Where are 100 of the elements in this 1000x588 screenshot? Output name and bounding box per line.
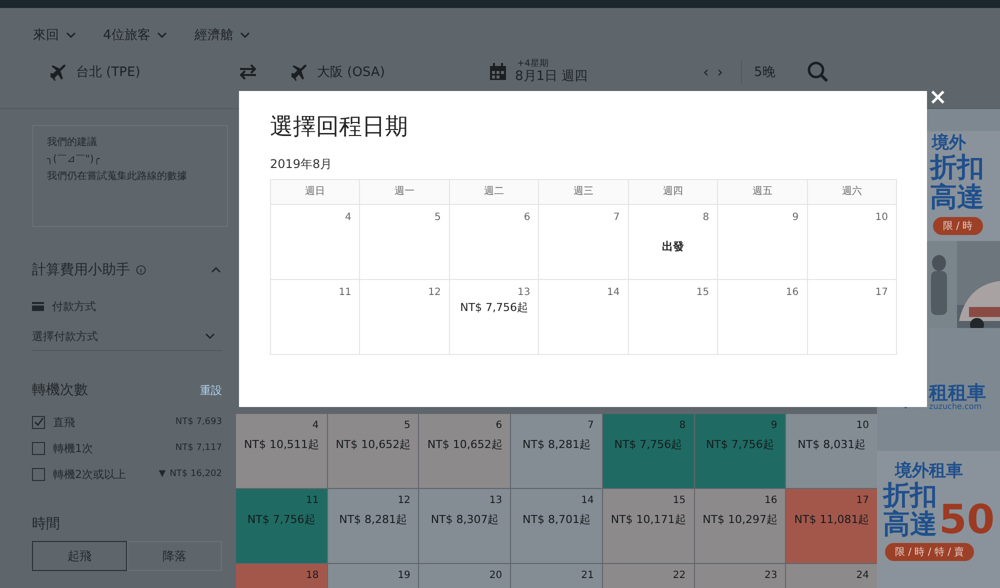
day-number: 16 xyxy=(764,495,778,506)
calendar-day[interactable]: 16 NT$ 10,297起 xyxy=(694,489,786,563)
price-text: NT$ 10,652起 xyxy=(427,437,502,452)
close-button[interactable]: × xyxy=(928,85,947,110)
calendar-day[interactable]: 5 xyxy=(360,205,450,280)
suggestion-title: 我們的建議 xyxy=(47,136,98,150)
day-number: 19 xyxy=(396,570,410,581)
swap-icon[interactable] xyxy=(238,63,258,81)
day-number: 9 xyxy=(770,420,778,431)
price-text: NT$ 8,281起 xyxy=(338,512,408,527)
option-label: 轉機1次 xyxy=(53,440,93,456)
price-text: NT$ 11,081起 xyxy=(794,512,869,527)
calendar-day[interactable]: 23 xyxy=(694,564,786,588)
calendar-day[interactable]: 15 NT$ 10,171起 xyxy=(602,489,694,563)
price-text: NT$ 10,171起 xyxy=(610,512,686,527)
calendar-day[interactable]: 17 NT$ 11,081起 xyxy=(786,489,877,563)
day-number: 22 xyxy=(672,570,686,581)
calendar-day[interactable]: 6 xyxy=(450,205,540,280)
calendar-day[interactable]: 17 xyxy=(808,280,897,355)
day-number: 12 xyxy=(427,287,441,298)
day-number: 21 xyxy=(580,570,594,581)
ad-heading: 境外 xyxy=(930,132,967,154)
calendar-day[interactable]: 9 NT$ 7,756起 xyxy=(694,414,786,488)
ad-text: 折扣 xyxy=(883,482,937,511)
calendar-day[interactable]: 11 xyxy=(271,280,360,355)
calendar-day[interactable]: 20 xyxy=(419,564,510,588)
weekday-header: 週三 xyxy=(539,180,629,205)
calendar-day[interactable]: 5 NT$ 10,652起 xyxy=(328,414,418,488)
calendar-day[interactable]: 24 xyxy=(786,564,877,588)
price-text: NT$ 7,117 xyxy=(175,443,222,453)
section-title: 時間 xyxy=(32,515,61,533)
departure-label: 出發 xyxy=(660,239,685,254)
day-number: 20 xyxy=(488,570,502,581)
date-field[interactable]: +4星期 8月1日 週四 xyxy=(489,59,699,85)
filter-dropdown[interactable]: 4位旅客 xyxy=(103,26,168,44)
info-icon xyxy=(136,265,146,275)
calendar-day[interactable]: 12 xyxy=(360,280,450,355)
plane-icon xyxy=(289,62,309,82)
trend-icon: ▼ xyxy=(158,469,166,479)
day-number: 4 xyxy=(344,212,352,223)
calendar-day[interactable]: 13 NT$ 8,307起 xyxy=(419,489,510,563)
calendar-day[interactable]: 14 xyxy=(539,280,629,355)
section-title: 轉機次數 xyxy=(32,381,88,399)
check-icon xyxy=(34,417,44,427)
ad-text: 高達 xyxy=(930,184,984,213)
calendar-day[interactable]: 16 xyxy=(718,280,808,355)
calendar-day[interactable]: 19 xyxy=(328,564,418,588)
filter-dropdown[interactable]: 經濟艙 xyxy=(194,26,252,44)
calendar-day[interactable]: 22 xyxy=(602,564,694,588)
day-number: 18 xyxy=(304,570,319,581)
price-text: NT$ 10,652起 xyxy=(336,437,410,452)
suggestion-message: 我們仍在嘗試蒐集此路線的數據 xyxy=(47,170,188,184)
next-date-button[interactable]: › xyxy=(713,63,727,81)
day-number: 13 xyxy=(488,495,502,506)
day-number: 10 xyxy=(855,420,869,431)
price-text: NT$ 16,202 xyxy=(170,469,222,479)
card-icon xyxy=(32,302,44,311)
previous-date-button[interactable]: ‹ xyxy=(699,63,713,81)
checkbox[interactable] xyxy=(32,468,45,480)
day-number: 11 xyxy=(304,495,319,506)
calendar-day[interactable]: 10 NT$ 8,031起 xyxy=(786,414,877,488)
checkbox[interactable] xyxy=(32,442,45,454)
calendar-day[interactable]: 4 NT$ 10,511起 xyxy=(236,414,327,488)
price-text: NT$ 7,756起 xyxy=(613,437,684,452)
day-number: 7 xyxy=(612,212,620,223)
payment-select[interactable]: 選擇付款方式 xyxy=(32,322,222,351)
filter-dropdown[interactable]: 來回 xyxy=(33,26,77,44)
calendar-day[interactable]: 9 xyxy=(718,205,808,280)
calendar-day[interactable]: 6 NT$ 10,652起 xyxy=(419,414,510,488)
calendar-day[interactable]: 7 xyxy=(539,205,629,280)
calendar-day[interactable]: 11 NT$ 7,756起 xyxy=(236,489,327,563)
reset-link[interactable]: 重設 xyxy=(200,382,222,398)
calendar-day[interactable]: 8 出發 xyxy=(628,205,718,280)
destination-field[interactable]: 大阪 (OSA) xyxy=(289,62,489,82)
price-text: NT$ 8,281起 xyxy=(522,437,592,452)
calendar-day[interactable]: 14 NT$ 8,701起 xyxy=(511,489,602,563)
date-text: 8月1日 週四 xyxy=(515,70,588,85)
search-icon[interactable] xyxy=(807,61,830,83)
calendar-day[interactable]: 12 NT$ 8,281起 xyxy=(328,489,418,563)
day-number: 17 xyxy=(874,287,888,298)
calendar-day[interactable]: 4 xyxy=(271,205,360,280)
checkbox[interactable] xyxy=(32,416,45,428)
day-number: 4 xyxy=(311,420,319,431)
ad-heading: 境外租車 xyxy=(894,460,964,482)
day-number: 13 xyxy=(516,287,530,298)
calendar-day[interactable]: 15 xyxy=(628,280,718,355)
calendar-day[interactable]: 10 xyxy=(808,205,897,280)
calendar-day[interactable]: 21 xyxy=(511,564,602,588)
calendar-day[interactable]: 18 xyxy=(236,564,327,588)
calendar-icon xyxy=(489,63,507,81)
calendar-day[interactable]: 13 NT$ 7,756起 xyxy=(450,280,540,355)
origin-field[interactable]: 台北 (TPE) xyxy=(48,62,238,82)
modal-title: 選擇回程日期 xyxy=(270,113,409,142)
option-label: 轉機2次或以上 xyxy=(53,466,126,482)
day-number: 6 xyxy=(522,212,530,223)
calendar-day[interactable]: 8 NT$ 7,756起 xyxy=(602,414,694,488)
day-number: 7 xyxy=(586,420,594,431)
price-text: NT$ 7,756起 xyxy=(246,512,316,527)
payment-label: 付款方式 xyxy=(52,299,96,314)
calendar-day[interactable]: 7 NT$ 8,281起 xyxy=(511,414,602,488)
